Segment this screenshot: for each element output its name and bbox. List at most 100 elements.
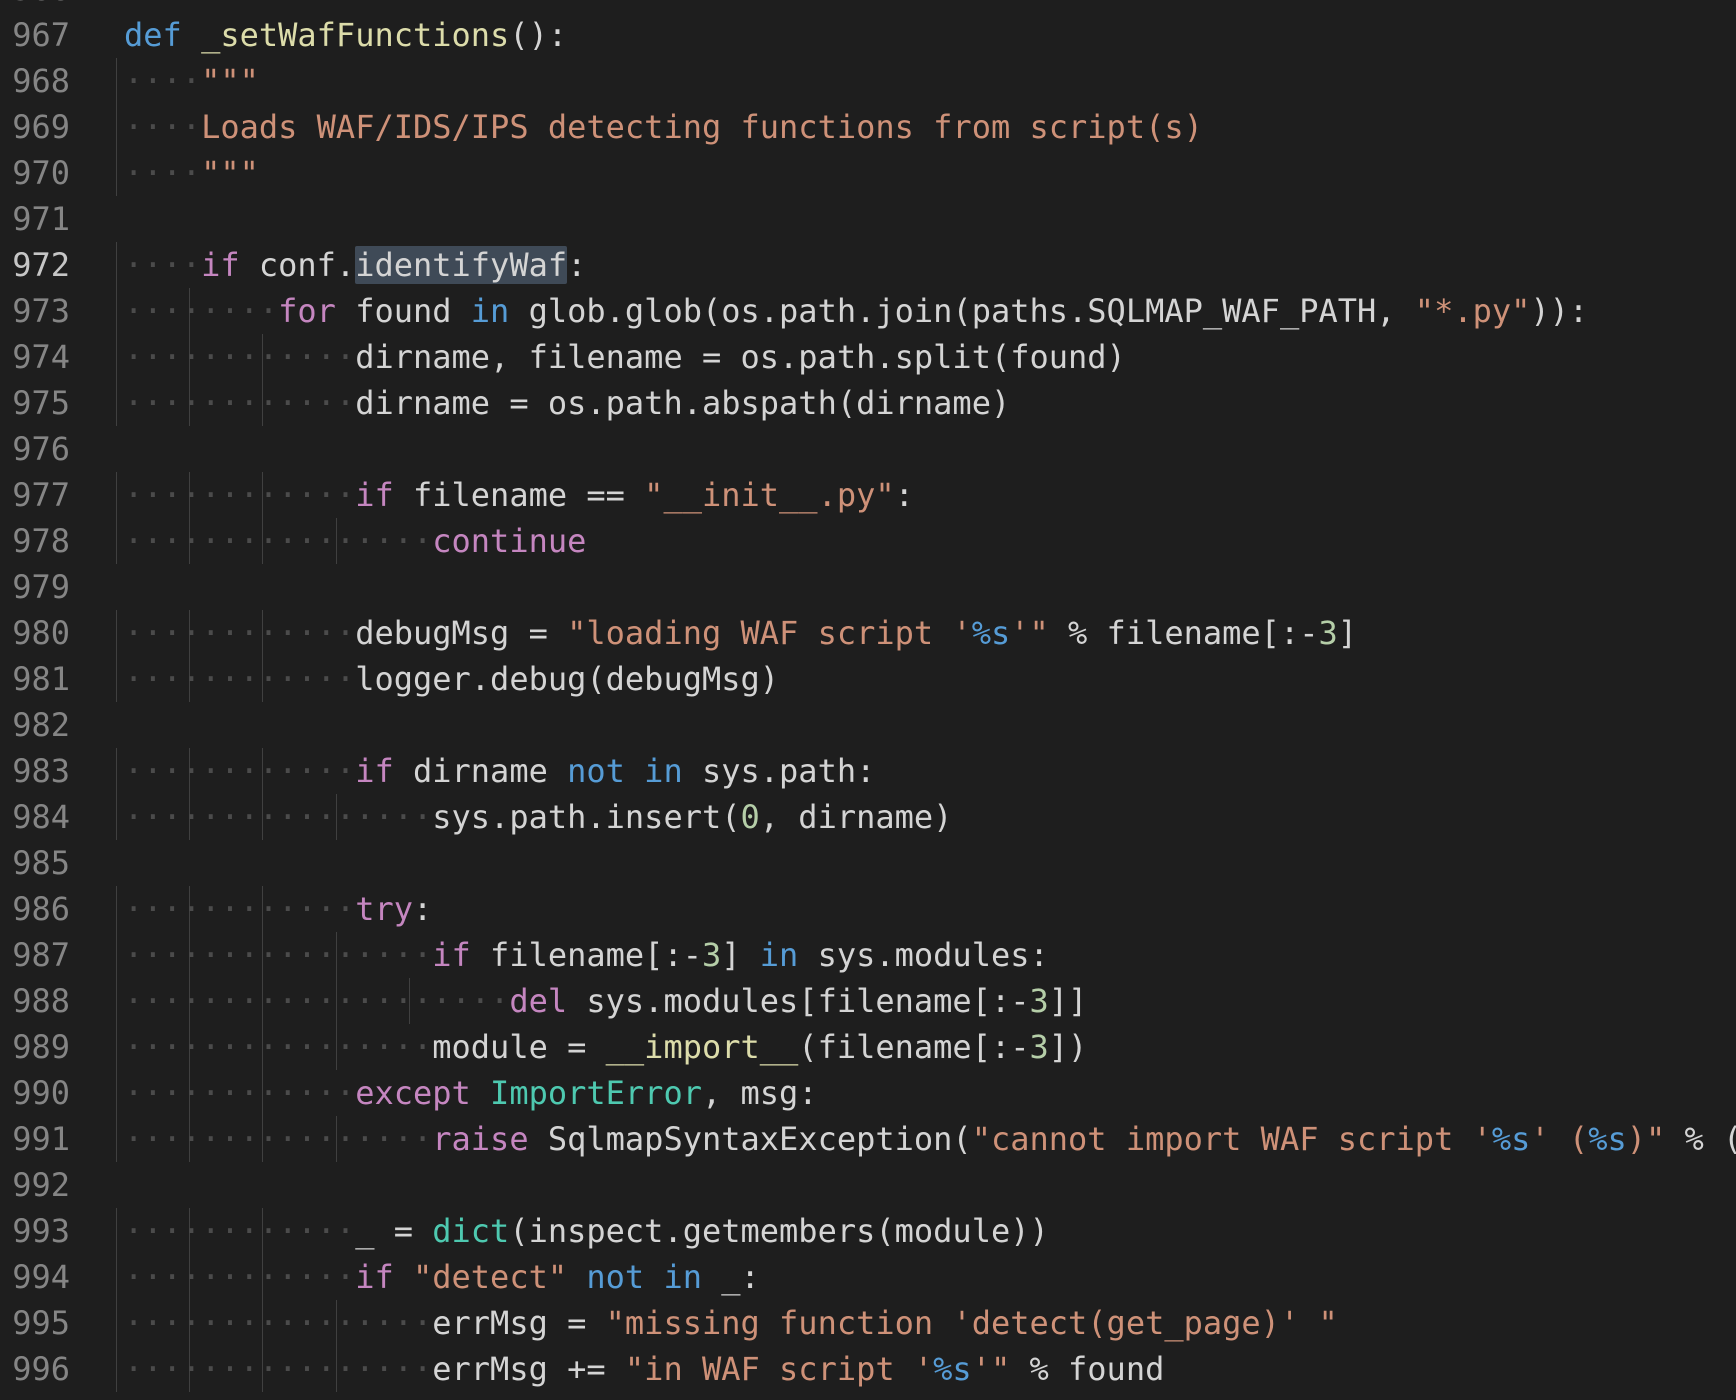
code-text: :: [567, 246, 587, 284]
code-text: (inspect.getmembers(module)): [509, 1212, 1049, 1250]
indent-guide: [116, 518, 117, 564]
whitespace-dots: ····················: [124, 982, 510, 1020]
code-line[interactable]: 970 ····""": [0, 150, 1736, 196]
code-line[interactable]: 982: [0, 702, 1736, 748]
code-line[interactable]: 993 ············_ = dict(inspect.getmembe…: [0, 1208, 1736, 1254]
code-line[interactable]: 994 ············if "detect" not in _:: [0, 1254, 1736, 1300]
code-text: logger.debug(debugMsg): [355, 660, 780, 698]
code-text: :: [1568, 292, 1589, 330]
control-keyword-token: if: [355, 476, 394, 514]
string-token: '": [971, 1350, 1011, 1388]
line-number: 995: [12, 1304, 70, 1342]
string-token: '": [1010, 614, 1049, 652]
code-line[interactable]: 979: [0, 564, 1736, 610]
line-number: 966: [0, 0, 70, 12]
string-token: "__init__.py": [644, 476, 895, 514]
code-content: ················errMsg = "missing functi…: [124, 1300, 1338, 1346]
code-line[interactable]: 984 ················sys.path.insert(0, di…: [0, 794, 1736, 840]
line-number: 991: [12, 1120, 70, 1158]
code-line[interactable]: 987 ················if filename[:-3] in s…: [0, 932, 1736, 978]
code-text: ]): [1048, 1028, 1088, 1066]
code-line[interactable]: 975 ············dirname = os.path.abspath…: [0, 380, 1736, 426]
code-line[interactable]: 990 ············except ImportError, msg:: [0, 1070, 1736, 1116]
code-line[interactable]: 983 ············if dirname not in sys.pat…: [0, 748, 1736, 794]
code-content: ····if conf.identifyWaf:: [124, 242, 586, 288]
whitespace-dots: ················: [124, 1028, 433, 1066]
code-line[interactable]: 977 ············if filename == "__init__.…: [0, 472, 1736, 518]
code-line[interactable]: 988 ····················del sys.modules[f…: [0, 978, 1736, 1024]
line-number: 984: [12, 798, 70, 836]
code-line[interactable]: 974 ············dirname, filename = os.pa…: [0, 334, 1736, 380]
code-line[interactable]: 973 ········for found in glob.glob(os.pat…: [0, 288, 1736, 334]
code-text: filename ==: [393, 476, 645, 514]
indent-guide: [116, 288, 117, 334]
code-line[interactable]: 995 ················errMsg = "missing fun…: [0, 1300, 1736, 1346]
line-number: 969: [12, 108, 70, 146]
line-number: 973: [12, 292, 70, 330]
code-text: ]: [1337, 614, 1357, 652]
code-line[interactable]: 986 ············try:: [0, 886, 1736, 932]
code-text: :: [412, 890, 433, 928]
code-text: errMsg +=: [432, 1350, 625, 1388]
indent-guide: [116, 656, 117, 702]
code-editor[interactable]: 966967def _setWafFunctions():968····"""9…: [0, 0, 1736, 1400]
indent-guide: [116, 1070, 117, 1116]
code-line[interactable]: 967 def _setWafFunctions():: [0, 12, 1736, 58]
code-line[interactable]: 992: [0, 1162, 1736, 1208]
string-token: )": [1626, 1120, 1666, 1158]
line-number: 970: [12, 154, 70, 192]
control-keyword-token: for: [278, 292, 336, 330]
whitespace-dots: ············: [124, 614, 356, 652]
code-content: ············except ImportError, msg:: [124, 1070, 818, 1116]
line-number: 974: [12, 338, 70, 376]
code-line[interactable]: 989 ················module = __import__(f…: [0, 1024, 1736, 1070]
control-keyword-token: if: [432, 936, 471, 974]
line-number: 985: [12, 844, 70, 882]
code-line[interactable]: 968 ····""": [0, 58, 1736, 104]
whitespace-dots: ············: [124, 1074, 356, 1112]
code-line[interactable]: 981 ············logger.debug(debugMsg): [0, 656, 1736, 702]
code-line[interactable]: 976: [0, 426, 1736, 472]
indent-guide: [116, 1254, 117, 1300]
code-line[interactable]: 972 ····if conf.identifyWaf:: [0, 242, 1736, 288]
format-spec-token: %s: [1491, 1120, 1531, 1158]
code-line[interactable]: 985: [0, 840, 1736, 886]
code-text: sys.path.insert(: [432, 798, 741, 836]
code-line[interactable]: 980 ············debugMsg = "loading WAF s…: [0, 610, 1736, 656]
indent-guide: [116, 932, 117, 978]
code-line[interactable]: 996 ················errMsg += "in WAF scr…: [0, 1346, 1736, 1392]
whitespace-dots: ····: [124, 154, 202, 192]
format-spec-token: %s: [971, 614, 1011, 652]
code-text: glob.glob(os.path.join(paths.SQLMAP_WAF_…: [509, 292, 1415, 330]
code-content: ············dirname = os.path.abspath(di…: [124, 380, 1010, 426]
line-number: 977: [12, 476, 70, 514]
code-content: ············dirname, filename = os.path.…: [124, 334, 1126, 380]
number-token: 3: [701, 936, 722, 974]
line-number: 992: [12, 1166, 70, 1204]
code-line[interactable]: 971: [0, 196, 1736, 242]
code-text: errMsg =: [432, 1304, 606, 1342]
code-text: filename[:-: [470, 936, 702, 974]
whitespace-dots: ············: [124, 660, 356, 698]
indent-guide: [116, 794, 117, 840]
indent-guide: [116, 472, 117, 518]
highlighted-word[interactable]: identifyWaf: [355, 246, 568, 284]
code-line[interactable]: 991 ················raise SqlmapSyntaxExc…: [0, 1116, 1736, 1162]
code-text: dirname = os.path.abspath(dirname): [355, 384, 1011, 422]
indent-guide: [116, 978, 117, 1024]
whitespace-dots: ············: [124, 890, 356, 928]
code-text: % filename[:-: [1048, 614, 1319, 652]
code-text: , msg:: [701, 1074, 818, 1112]
line-number: 987: [12, 936, 70, 974]
control-keyword-token: del: [509, 982, 568, 1020]
code-line[interactable]: 969 ····Loads WAF/IDS/IPS detecting funct…: [0, 104, 1736, 150]
control-keyword-token: if: [201, 246, 240, 284]
function-name-token: __import__: [605, 1028, 799, 1066]
class-name-token: dict: [432, 1212, 510, 1250]
indent-guide: [116, 748, 117, 794]
number-token: 3: [1318, 614, 1338, 652]
code-line[interactable]: 978 ················continue: [0, 518, 1736, 564]
control-keyword-token: try: [355, 890, 413, 928]
